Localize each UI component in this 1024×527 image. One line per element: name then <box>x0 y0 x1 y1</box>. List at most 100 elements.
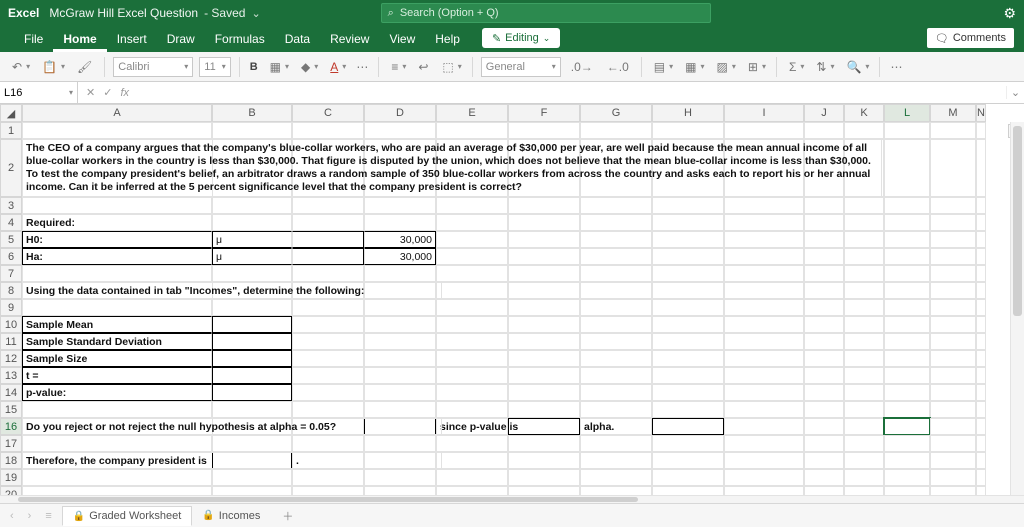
cell-H13[interactable] <box>652 367 724 384</box>
cell-B20[interactable] <box>212 486 292 495</box>
cell-F3[interactable] <box>508 197 580 214</box>
cell-H15[interactable] <box>652 401 724 418</box>
cell-H7[interactable] <box>652 265 724 282</box>
cell-B4[interactable] <box>212 214 292 231</box>
cell-F10[interactable] <box>508 316 580 333</box>
cell-G15[interactable] <box>580 401 652 418</box>
cell-M5[interactable] <box>930 231 976 248</box>
cell-K4[interactable] <box>844 214 884 231</box>
cell-L7[interactable] <box>884 265 930 282</box>
cell-G3[interactable] <box>580 197 652 214</box>
cell-G10[interactable] <box>580 316 652 333</box>
cell-J8[interactable] <box>804 282 844 299</box>
cell-A4[interactable]: Required: <box>22 214 212 231</box>
row-head-6[interactable]: 6 <box>0 248 22 265</box>
cell-E10[interactable] <box>436 316 508 333</box>
cell-J9[interactable] <box>804 299 844 316</box>
cell-M19[interactable] <box>930 469 976 486</box>
cell-B19[interactable] <box>212 469 292 486</box>
cell-F8[interactable] <box>508 282 580 299</box>
col-head-C[interactable]: C <box>292 104 364 122</box>
cell-B6[interactable]: μ <box>212 248 292 265</box>
cell-I13[interactable] <box>724 367 804 384</box>
col-head-J[interactable]: J <box>804 104 844 122</box>
cell-F6[interactable] <box>508 248 580 265</box>
col-head-E[interactable]: E <box>436 104 508 122</box>
cell-B3[interactable] <box>212 197 292 214</box>
cell-E16[interactable]: since p-value is <box>436 418 508 435</box>
cell-N8[interactable] <box>976 282 986 299</box>
cell-B17[interactable] <box>212 435 292 452</box>
menu-tab-data[interactable]: Data <box>275 28 320 52</box>
cell-G6[interactable] <box>580 248 652 265</box>
mode-editing-dropdown[interactable]: ✎ Editing ⌄ <box>482 28 560 48</box>
cell-L19[interactable] <box>884 469 930 486</box>
sheet-nav-prev[interactable]: ‹ <box>6 510 18 522</box>
cell-B7[interactable] <box>212 265 292 282</box>
search-input[interactable]: ⌕ Search (Option + Q) <box>381 3 711 23</box>
row-head-10[interactable]: 10 <box>0 316 22 333</box>
cell-B13[interactable] <box>212 367 292 384</box>
cell-B11[interactable] <box>212 333 292 350</box>
cell-I7[interactable] <box>724 265 804 282</box>
cell-C15[interactable] <box>292 401 364 418</box>
doc-name[interactable]: McGraw Hill Excel Question <box>49 6 198 20</box>
cell-A19[interactable] <box>22 469 212 486</box>
borders-button[interactable]: ▦▾ <box>266 60 291 74</box>
cell-N13[interactable] <box>976 367 986 384</box>
cell-D20[interactable] <box>364 486 436 495</box>
cell-D13[interactable] <box>364 367 436 384</box>
row-head-5[interactable]: 5 <box>0 231 22 248</box>
cell-E4[interactable] <box>436 214 508 231</box>
cell-L15[interactable] <box>884 401 930 418</box>
cell-H20[interactable] <box>652 486 724 495</box>
row-head-2[interactable]: 2 <box>0 139 22 197</box>
cell-D6[interactable]: 30,000 <box>364 248 436 265</box>
cell-J18[interactable] <box>804 452 844 469</box>
cell-A20[interactable] <box>22 486 212 495</box>
cell-H16[interactable] <box>652 418 724 435</box>
cell-E6[interactable] <box>436 248 508 265</box>
cell-N5[interactable] <box>976 231 986 248</box>
cell-A3[interactable] <box>22 197 212 214</box>
cell-A13[interactable]: t = <box>22 367 212 384</box>
enter-formula-icon[interactable]: ✓ <box>103 86 112 99</box>
cell-K13[interactable] <box>844 367 884 384</box>
cell-D4[interactable] <box>364 214 436 231</box>
cell-I18[interactable] <box>724 452 804 469</box>
row-head-15[interactable]: 15 <box>0 401 22 418</box>
cell-F1[interactable] <box>508 122 580 139</box>
cell-H14[interactable] <box>652 384 724 401</box>
cell-I8[interactable] <box>724 282 804 299</box>
cell-G4[interactable] <box>580 214 652 231</box>
cell-L4[interactable] <box>884 214 930 231</box>
cell-G16[interactable]: alpha. <box>580 418 652 435</box>
cancel-formula-icon[interactable]: ✕ <box>86 86 95 99</box>
cell-N2[interactable] <box>976 139 986 197</box>
col-head-G[interactable]: G <box>580 104 652 122</box>
cell-L6[interactable] <box>884 248 930 265</box>
cell-L10[interactable] <box>884 316 930 333</box>
col-head-H[interactable]: H <box>652 104 724 122</box>
undo-button[interactable]: ↶▾ <box>8 60 32 74</box>
cell-C20[interactable] <box>292 486 364 495</box>
cell-M20[interactable] <box>930 486 976 495</box>
row-head-20[interactable]: 20 <box>0 486 22 495</box>
cell-L13[interactable] <box>884 367 930 384</box>
row-head-9[interactable]: 9 <box>0 299 22 316</box>
col-head-D[interactable]: D <box>364 104 436 122</box>
cell-J5[interactable] <box>804 231 844 248</box>
cell-C6[interactable] <box>292 248 364 265</box>
gear-icon[interactable]: ⚙ <box>1003 5 1016 22</box>
cell-K14[interactable] <box>844 384 884 401</box>
menu-tab-insert[interactable]: Insert <box>107 28 157 52</box>
cell-N18[interactable] <box>976 452 986 469</box>
cell-N17[interactable] <box>976 435 986 452</box>
font-family-select[interactable]: Calibri▾ <box>113 57 193 77</box>
cell-D5[interactable]: 30,000 <box>364 231 436 248</box>
cell-C17[interactable] <box>292 435 364 452</box>
row-head-12[interactable]: 12 <box>0 350 22 367</box>
cell-C11[interactable] <box>292 333 364 350</box>
cell-B12[interactable] <box>212 350 292 367</box>
fill-color-button[interactable]: ◆▾ <box>297 60 320 74</box>
